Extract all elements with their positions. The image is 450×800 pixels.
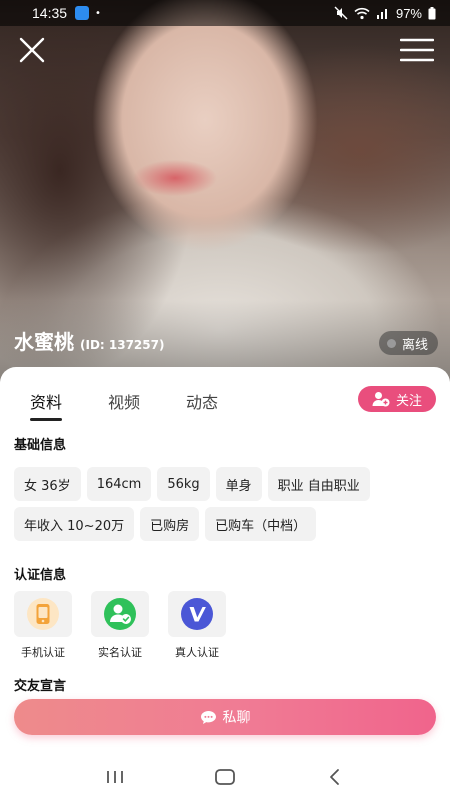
profile-card: 资料 视频 动态 关注 基础信息 女 36岁 164cm 56kg 单身 职业 … bbox=[0, 367, 450, 800]
online-status-text: 离线 bbox=[401, 337, 428, 353]
cert-realname: 实名认证 bbox=[91, 591, 149, 660]
status-dot-icon bbox=[386, 338, 396, 348]
cert-phone: 手机认证 bbox=[14, 591, 72, 660]
cert-realname-box bbox=[91, 591, 149, 637]
battery-icon bbox=[428, 6, 436, 19]
dating-declaration-title: 交友宣言 bbox=[14, 679, 67, 694]
wifi-icon bbox=[354, 7, 370, 19]
home-icon[interactable] bbox=[214, 768, 236, 786]
cert-phone-box bbox=[14, 591, 72, 637]
follow-button[interactable]: 关注 bbox=[358, 386, 436, 412]
add-user-icon bbox=[372, 392, 390, 407]
menu-button[interactable] bbox=[399, 36, 435, 64]
online-status-badge: 离线 bbox=[378, 331, 438, 355]
back-icon[interactable] bbox=[324, 768, 346, 786]
cert-real-person: 真人认证 bbox=[168, 591, 226, 660]
cert-realname-label: 实名认证 bbox=[98, 646, 142, 659]
info-chip-height: 164cm bbox=[86, 467, 152, 501]
status-extra: • bbox=[95, 7, 101, 19]
info-chip-gender-age: 女 36岁 bbox=[14, 467, 81, 501]
verified-user-icon bbox=[104, 598, 136, 630]
info-chip-house: 已购房 bbox=[140, 507, 200, 541]
info-chip-marital: 单身 bbox=[215, 467, 262, 501]
certification-list: 手机认证 实名认证 真人认证 bbox=[14, 591, 226, 660]
tab-profile[interactable]: 资料 bbox=[30, 389, 63, 421]
mute-icon bbox=[334, 6, 348, 20]
status-time: 14:35 bbox=[32, 5, 68, 21]
v-badge-icon bbox=[181, 598, 213, 630]
info-chip-income: 年收入 10~20万 bbox=[14, 507, 135, 541]
tab-videos[interactable]: 视频 bbox=[108, 389, 140, 419]
close-button[interactable] bbox=[16, 34, 48, 66]
profile-tabs: 资料 视频 动态 bbox=[30, 389, 218, 421]
phone-icon bbox=[27, 598, 59, 630]
info-chip-car: 已购车（中档） bbox=[205, 507, 317, 541]
info-chip-weight: 56kg bbox=[157, 467, 210, 501]
recent-apps-icon[interactable] bbox=[104, 769, 126, 785]
private-chat-label: 私聊 bbox=[222, 710, 251, 726]
system-nav-bar bbox=[0, 753, 450, 800]
basic-info-chips: 女 36岁 164cm 56kg 单身 职业 自由职业 年收入 10~20万 已… bbox=[14, 467, 434, 541]
info-chip-occupation: 职业 自由职业 bbox=[267, 467, 370, 501]
status-right: 97% bbox=[334, 6, 436, 21]
profile-id: (ID: 137257) bbox=[80, 338, 165, 352]
notification-app-icon bbox=[75, 6, 90, 20]
certification-title: 认证信息 bbox=[14, 568, 67, 583]
profile-name-row: 水蜜桃 (ID: 137257) bbox=[14, 326, 164, 355]
cert-real-person-label: 真人认证 bbox=[175, 646, 219, 659]
profile-name: 水蜜桃 bbox=[14, 330, 74, 354]
close-icon bbox=[19, 37, 45, 63]
follow-label: 关注 bbox=[395, 393, 422, 409]
tab-moments[interactable]: 动态 bbox=[186, 389, 218, 419]
cert-phone-label: 手机认证 bbox=[21, 646, 65, 659]
battery-percent: 97% bbox=[395, 5, 422, 21]
signal-icon bbox=[376, 9, 387, 19]
private-chat-button[interactable]: 私聊 bbox=[14, 699, 436, 735]
chat-bubble-icon bbox=[200, 710, 216, 724]
cert-real-person-box bbox=[168, 591, 226, 637]
basic-info-title: 基础信息 bbox=[14, 438, 67, 453]
status-bar: 14:35 • 97% bbox=[0, 0, 450, 26]
hamburger-menu-icon bbox=[399, 38, 435, 62]
